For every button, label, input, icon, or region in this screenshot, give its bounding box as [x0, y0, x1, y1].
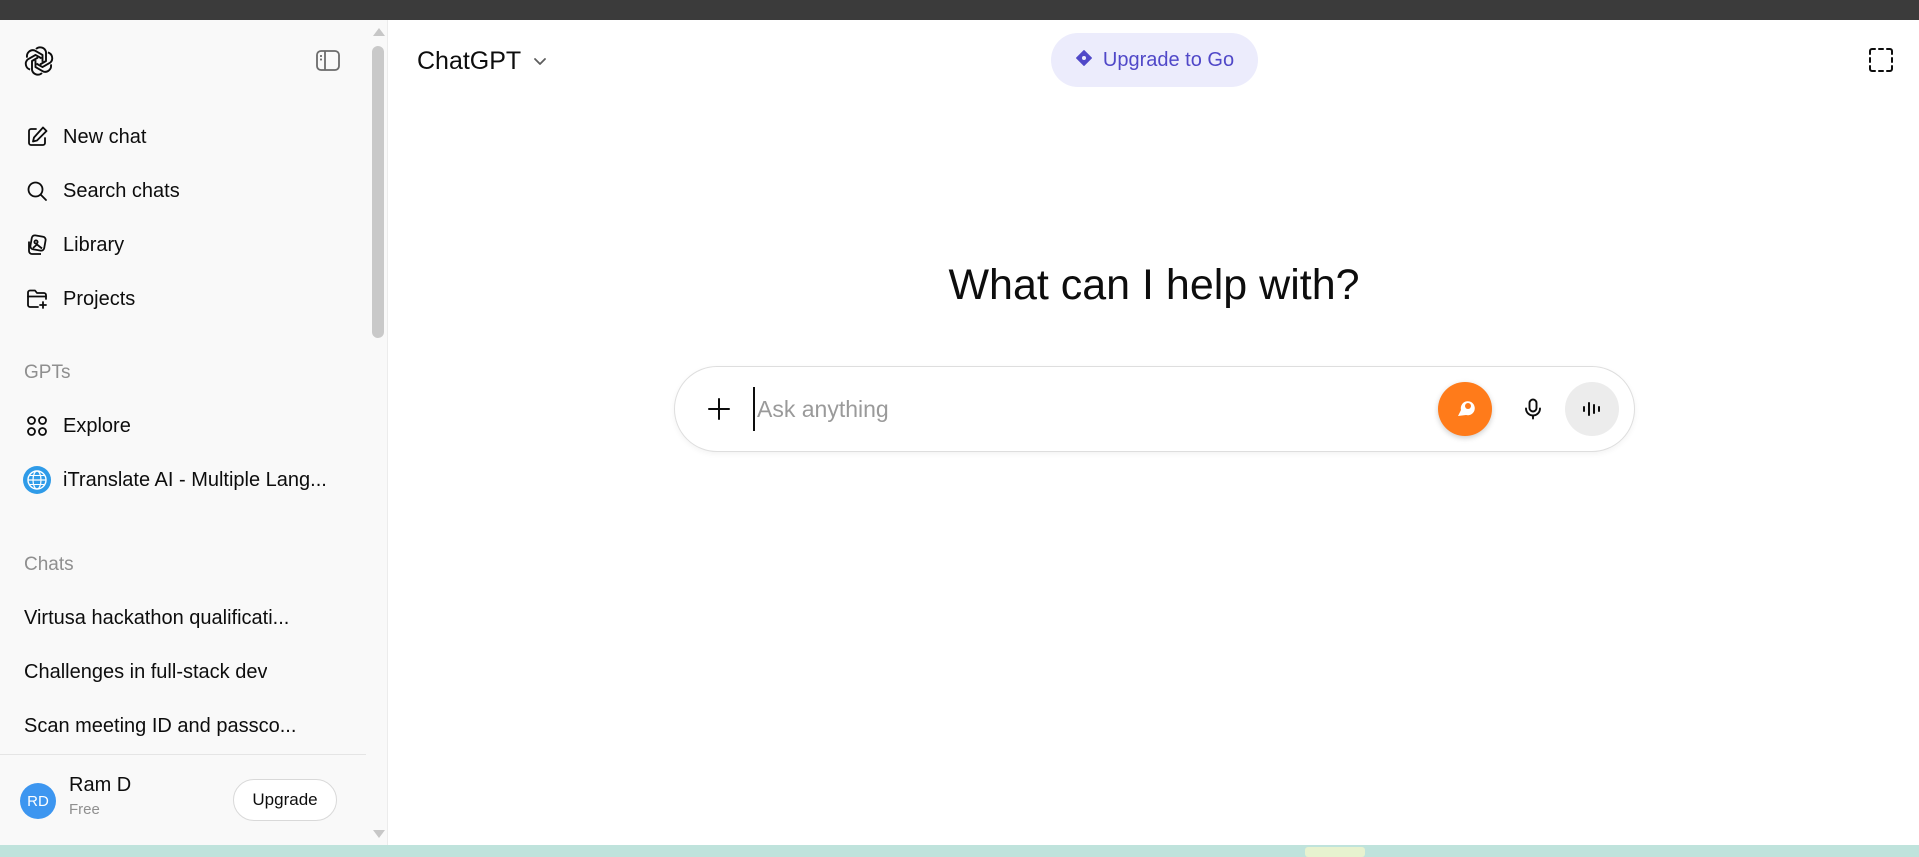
browser-top-bar — [0, 0, 1919, 20]
chat-history-item[interactable]: Challenges in full-stack dev — [14, 650, 358, 694]
new-chat-label: New chat — [63, 125, 147, 148]
user-profile-area[interactable]: RD Ram D Free Upgrade — [0, 754, 366, 845]
compose-icon — [20, 115, 54, 159]
sidebar-toggle-icon[interactable] — [314, 48, 342, 74]
prompt-input[interactable] — [753, 387, 1393, 431]
gpt-item-itranslate[interactable]: iTranslate AI - Multiple Lang... — [14, 458, 358, 502]
gpts-section-label: GPTs — [24, 362, 71, 383]
chat-title: Challenges in full-stack dev — [24, 660, 268, 683]
chats-section-label: Chats — [24, 554, 74, 575]
extension-button[interactable] — [1438, 382, 1492, 436]
projects-label: Projects — [63, 287, 136, 310]
main-area: ChatGPT Upgrade to Go What can I help wi… — [389, 20, 1919, 845]
model-label: ChatGPT — [417, 46, 522, 75]
chat-title: Virtusa hackathon qualificati... — [24, 606, 290, 629]
chat-title: Scan meeting ID and passco... — [24, 714, 297, 737]
library-label: Library — [63, 233, 125, 256]
sidebar: New chat Search chats Library Projects G… — [0, 20, 388, 845]
scrollbar-up-arrow[interactable] — [373, 28, 385, 36]
explore-label: Explore — [63, 414, 131, 437]
chat-history-item[interactable]: Virtusa hackathon qualificati... — [14, 596, 358, 640]
voice-waveform-icon — [1583, 402, 1600, 416]
avatar[interactable]: RD — [20, 783, 56, 819]
add-attachment-button[interactable] — [699, 389, 739, 429]
user-name: Ram D — [69, 774, 132, 796]
search-chats-label: Search chats — [63, 179, 180, 202]
taskbar-strip — [0, 845, 1919, 857]
upgrade-button[interactable]: Upgrade — [233, 779, 337, 821]
sidebar-scrollbar-thumb[interactable] — [372, 46, 384, 338]
grid-icon — [20, 404, 54, 448]
openai-logo-icon[interactable] — [22, 44, 56, 78]
voice-mode-button[interactable] — [1565, 382, 1619, 436]
temporary-chat-icon[interactable] — [1866, 45, 1896, 75]
dictate-button[interactable] — [1511, 387, 1555, 431]
scrollbar-down-arrow[interactable] — [373, 830, 385, 838]
globe-icon — [20, 458, 54, 502]
composer — [674, 366, 1635, 452]
gpt-item-label: iTranslate AI - Multiple Lang... — [63, 468, 327, 491]
library-icon — [20, 223, 54, 267]
library-button[interactable]: Library — [14, 223, 358, 267]
extension-icon — [1458, 401, 1475, 416]
chat-history-item[interactable]: Scan meeting ID and passco... — [14, 704, 358, 748]
diamond-icon — [1075, 49, 1093, 72]
new-chat-button[interactable]: New chat — [14, 115, 358, 159]
explore-gpts-button[interactable]: Explore — [14, 404, 358, 448]
model-selector[interactable]: ChatGPT — [417, 42, 549, 80]
upgrade-to-go-button[interactable]: Upgrade to Go — [1051, 33, 1258, 87]
microphone-icon — [1525, 398, 1541, 420]
search-chats-button[interactable]: Search chats — [14, 169, 358, 213]
chevron-down-icon — [531, 52, 549, 70]
projects-button[interactable]: Projects — [14, 277, 358, 321]
user-plan: Free — [69, 801, 100, 818]
upgrade-pill-label: Upgrade to Go — [1102, 48, 1235, 71]
folder-plus-icon — [20, 277, 54, 321]
search-icon — [20, 169, 54, 213]
page-title: What can I help with? — [948, 261, 1360, 309]
